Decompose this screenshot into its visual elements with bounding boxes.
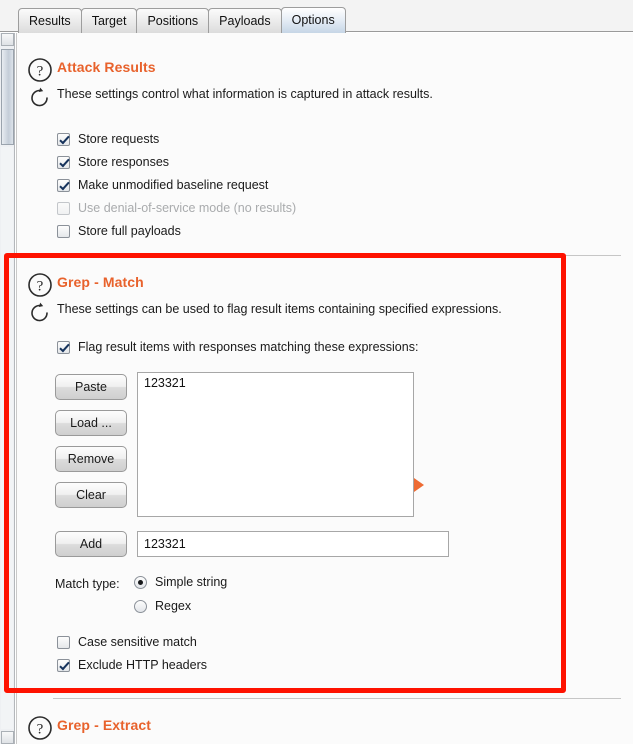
add-expression-input[interactable]: 123321 (137, 531, 449, 557)
checkbox-case-sensitive-match-label: Case sensitive match (78, 635, 197, 649)
scroll-down-arrow-icon[interactable] (1, 731, 14, 744)
divider-grep-extract (53, 698, 621, 699)
add-button-label: Add (79, 537, 103, 551)
grep-match-description: These settings can be used to flag resul… (57, 302, 502, 316)
checkbox-store-full-payloads[interactable]: Store full payloads (57, 224, 181, 238)
tab-positions-label: Positions (147, 14, 199, 28)
scrollbar-thumb[interactable] (1, 49, 14, 145)
options-panel: ? Attack Results These settings control … (16, 33, 633, 744)
checkbox-flag-result-items[interactable]: Flag result items with responses matchin… (57, 340, 418, 354)
add-button[interactable]: Add (55, 531, 127, 557)
svg-text:?: ? (37, 722, 44, 738)
list-item[interactable]: 123321 (138, 373, 413, 390)
refresh-arrow-icon[interactable] (27, 85, 53, 111)
checkbox-store-requests[interactable]: Store requests (57, 132, 159, 146)
checkbox-flag-result-items-label: Flag result items with responses matchin… (78, 340, 419, 354)
tab-positions[interactable]: Positions (136, 8, 210, 33)
checkbox-exclude-http-headers-label: Exclude HTTP headers (78, 658, 207, 672)
checkbox-denial-of-service-mode: Use denial-of-service mode (no results) (57, 201, 296, 215)
svg-text:?: ? (37, 64, 44, 80)
clear-button[interactable]: Clear (55, 482, 127, 508)
checkbox-store-full-payloads-box[interactable] (57, 224, 70, 238)
radio-simple-string-label: Simple string (155, 575, 228, 589)
radio-simple-string[interactable]: Simple string (134, 575, 227, 589)
tab-options-label: Options (291, 13, 335, 27)
tab-payloads-label: Payloads (219, 14, 271, 28)
checkbox-denial-of-service-mode-label: Use denial-of-service mode (no results) (78, 201, 297, 215)
clear-button-label: Clear (76, 488, 106, 502)
attack-results-description: These settings control what information … (57, 87, 433, 101)
paste-button[interactable]: Paste (55, 374, 127, 400)
radio-regex-button[interactable] (134, 599, 147, 613)
expression-list[interactable]: 123321 (137, 372, 414, 517)
load-button-label: Load ... (70, 416, 112, 430)
checkbox-store-full-payloads-label: Store full payloads (78, 224, 181, 238)
tab-results[interactable]: Results (18, 8, 82, 33)
checkbox-denial-of-service-mode-box (57, 201, 70, 215)
checkbox-store-requests-box[interactable] (57, 132, 70, 146)
scroll-up-arrow-icon[interactable] (1, 33, 14, 46)
question-mark-circle-icon[interactable]: ? (27, 57, 53, 83)
scrollbar-track[interactable] (1, 147, 13, 729)
checkbox-exclude-http-headers[interactable]: Exclude HTTP headers (57, 658, 207, 672)
refresh-arrow-icon[interactable] (27, 300, 53, 326)
checkbox-store-responses-label: Store responses (78, 155, 170, 169)
divider-grep-match (53, 255, 621, 256)
checkbox-baseline-request-label: Make unmodified baseline request (78, 178, 269, 192)
checkbox-store-responses[interactable]: Store responses (57, 155, 169, 169)
attack-results-title: Attack Results (57, 59, 156, 75)
tab-target[interactable]: Target (80, 8, 138, 33)
checkbox-baseline-request-box[interactable] (57, 178, 70, 192)
question-mark-circle-icon[interactable]: ? (27, 715, 53, 741)
grep-match-title: Grep - Match (57, 274, 144, 290)
checkbox-store-requests-label: Store requests (78, 132, 160, 146)
checkbox-exclude-http-headers-box[interactable] (57, 658, 70, 672)
load-button[interactable]: Load ... (55, 410, 127, 436)
remove-button-label: Remove (67, 452, 115, 466)
checkbox-case-sensitive-match-box[interactable] (57, 635, 70, 649)
tab-target-label: Target (91, 14, 127, 28)
paste-button-label: Paste (75, 380, 107, 394)
radio-regex-label: Regex (155, 599, 192, 613)
remove-button[interactable]: Remove (55, 446, 127, 472)
question-mark-circle-icon[interactable]: ? (27, 272, 53, 298)
radio-regex[interactable]: Regex (134, 599, 191, 613)
checkbox-case-sensitive-match[interactable]: Case sensitive match (57, 635, 197, 649)
tab-strip: Results Target Positions Payloads Option… (0, 0, 633, 33)
tab-options[interactable]: Options (280, 7, 346, 33)
checkbox-baseline-request[interactable]: Make unmodified baseline request (57, 178, 268, 192)
checkbox-flag-result-items-box[interactable] (57, 340, 70, 354)
match-type-label: Match type: (55, 577, 120, 591)
vertical-scrollbar[interactable] (0, 33, 15, 744)
checkbox-store-responses-box[interactable] (57, 155, 70, 169)
svg-text:?: ? (37, 279, 44, 295)
radio-simple-string-button[interactable] (134, 575, 147, 589)
tab-list: Results Target Positions Payloads Option… (18, 7, 346, 33)
tab-results-label: Results (29, 14, 71, 28)
tab-payloads[interactable]: Payloads (208, 8, 282, 33)
grep-extract-title: Grep - Extract (57, 717, 151, 733)
right-triangle-marker-icon (414, 478, 424, 492)
